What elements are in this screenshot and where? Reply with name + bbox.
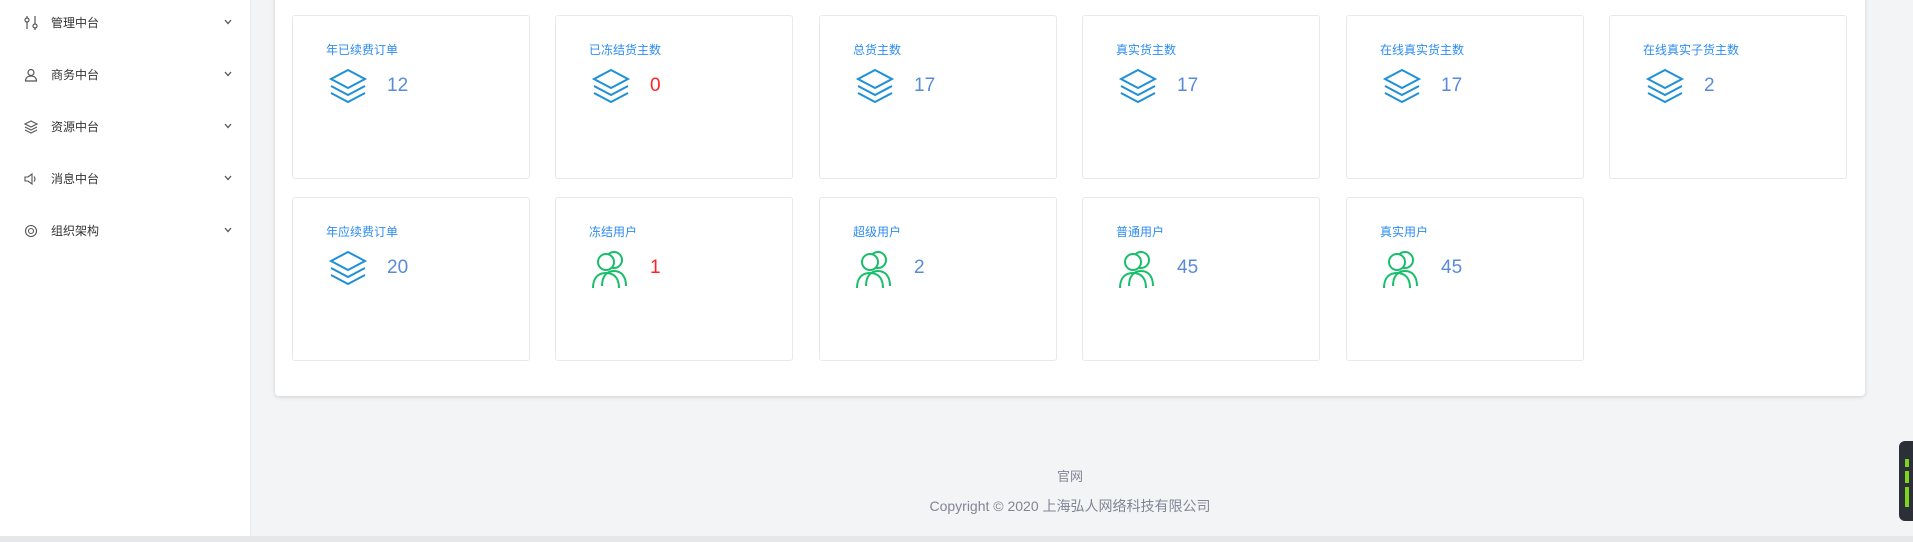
stat-card-value: 17 <box>1177 75 1199 96</box>
stat-card-title: 冻结用户 <box>589 225 638 239</box>
stat-card[interactable]: 总货主数 17 <box>819 15 1057 179</box>
sidebar-item-label: 管理中台 <box>51 16 100 30</box>
user-icon <box>24 68 38 82</box>
stat-card-title: 超级用户 <box>853 225 902 239</box>
stat-card[interactable]: 年已续费订单 12 <box>292 15 530 179</box>
layers-icon <box>855 68 895 104</box>
layers-icon <box>328 250 368 286</box>
stat-card-value: 20 <box>387 257 409 278</box>
stat-card-value: 0 <box>650 75 661 96</box>
stat-card-title: 真实货主数 <box>1116 43 1177 57</box>
stat-card-title: 总货主数 <box>853 43 902 57</box>
sidebar-item-management[interactable]: 管理中台 <box>0 3 251 43</box>
stat-card-title: 在线真实子货主数 <box>1643 43 1740 57</box>
official-site-link[interactable]: 官网 <box>0 469 1913 485</box>
sidebar-item-organization[interactable]: 组织架构 <box>0 211 251 251</box>
sidebar-item-label: 组织架构 <box>51 224 100 238</box>
stat-card-title: 在线真实货主数 <box>1380 43 1465 57</box>
widget-indicator <box>1905 459 1909 467</box>
layers-icon <box>328 68 368 104</box>
stat-card[interactable]: 冻结用户 1 <box>555 197 793 361</box>
users-icon <box>856 251 891 289</box>
layers-icon <box>1382 68 1422 104</box>
side-widget[interactable] <box>1899 441 1913 521</box>
chevron-down-icon <box>224 227 232 233</box>
stat-card[interactable]: 真实用户 45 <box>1346 197 1584 361</box>
chevron-down-icon <box>224 175 232 181</box>
widget-indicator <box>1905 487 1909 507</box>
users-icon <box>592 251 627 289</box>
users-icon <box>1383 251 1418 289</box>
sidebar-item-business[interactable]: 商务中台 <box>0 55 251 95</box>
stat-card-value: 2 <box>1704 75 1715 96</box>
stat-card[interactable]: 真实货主数 17 <box>1082 15 1320 179</box>
stat-card-title: 已冻结货主数 <box>589 43 662 57</box>
stat-card-title: 年应续费订单 <box>326 225 399 239</box>
stat-card-title: 真实用户 <box>1380 225 1429 239</box>
stat-card[interactable]: 普通用户 45 <box>1082 197 1320 361</box>
chevron-down-icon <box>224 123 232 129</box>
stat-card-value: 2 <box>914 257 925 278</box>
stat-card-value: 12 <box>387 75 409 96</box>
circle-icon <box>24 224 38 238</box>
stats-panel: 年已续费订单 12 已冻结货主数 0 总货主数 17 真实货主数 17 在线真实… <box>275 0 1865 396</box>
stat-card[interactable]: 在线真实子货主数 2 <box>1609 15 1847 179</box>
stat-card[interactable]: 在线真实货主数 17 <box>1346 15 1584 179</box>
stat-card-title: 年已续费订单 <box>326 43 399 57</box>
stat-card-title: 普通用户 <box>1116 225 1165 239</box>
stat-card[interactable]: 超级用户 2 <box>819 197 1057 361</box>
sidebar-item-label: 消息中台 <box>51 172 100 186</box>
sidebar-item-label: 商务中台 <box>51 68 100 82</box>
users-icon <box>1119 251 1154 289</box>
stat-card[interactable]: 已冻结货主数 0 <box>555 15 793 179</box>
sidebar-item-messages[interactable]: 消息中台 <box>0 159 251 199</box>
layers-icon <box>24 120 38 134</box>
app-root: 管理中台 商务中台 资源中台 消息中台 组织架构 年已续费订单 12 已冻结货主… <box>0 0 1913 542</box>
layers-icon <box>591 68 631 104</box>
layers-icon <box>1645 68 1685 104</box>
stat-card-value: 17 <box>1441 75 1463 96</box>
sidebar: 管理中台 商务中台 资源中台 消息中台 组织架构 <box>0 0 251 542</box>
chevron-down-icon <box>224 71 232 77</box>
stat-card-value: 45 <box>1177 257 1199 278</box>
horizontal-scrollbar[interactable] <box>0 536 1913 542</box>
stat-card[interactable]: 年应续费订单 20 <box>292 197 530 361</box>
speaker-icon <box>24 172 36 186</box>
chevron-down-icon <box>224 19 232 25</box>
stat-card-value: 17 <box>914 75 936 96</box>
stat-card-value: 1 <box>650 257 661 278</box>
stat-card-value: 45 <box>1441 257 1463 278</box>
sidebar-item-label: 资源中台 <box>51 120 100 134</box>
widget-indicator <box>1905 471 1909 483</box>
copyright-text: Copyright © 2020 上海弘人网络科技有限公司 <box>929 498 1211 514</box>
sidebar-item-resources[interactable]: 资源中台 <box>0 107 251 147</box>
layers-icon <box>1118 68 1158 104</box>
sliders-icon <box>24 16 38 30</box>
